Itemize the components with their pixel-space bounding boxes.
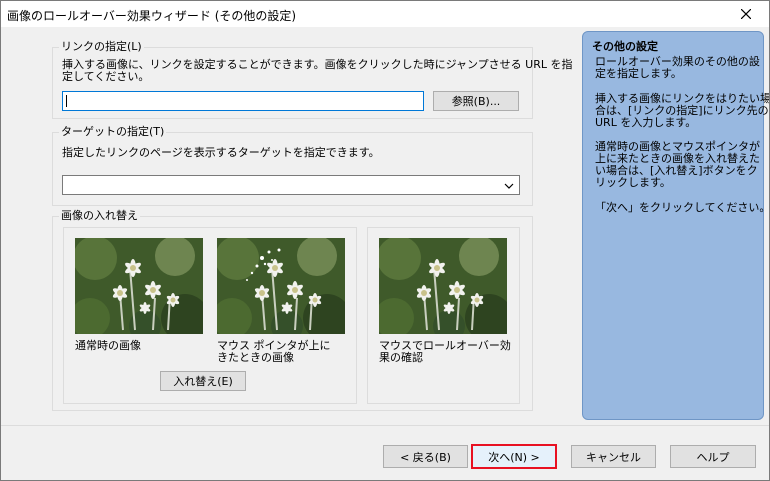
hover-image-caption-line2: きたときの画像 [217, 351, 294, 364]
rollover-preview-image[interactable] [379, 238, 507, 334]
cancel-button[interactable]: キャンセル [571, 445, 656, 468]
normal-image-caption: 通常時の画像 [75, 339, 141, 352]
target-select[interactable] [62, 175, 520, 195]
help-p1-line2: 定を指定します。 [595, 67, 682, 80]
help-p2-line3: URL を入力します。 [595, 116, 697, 129]
target-group: ターゲットの指定(T) 指定したリンクのページを表示するターゲットを指定できます… [52, 125, 533, 206]
hover-image[interactable] [217, 238, 345, 334]
chevron-down-icon [504, 183, 514, 189]
preview-caption-line2: 果の確認 [379, 351, 423, 364]
link-description-line2: 定してください。 [62, 70, 150, 83]
back-button[interactable]: < 戻る(B) [383, 445, 468, 468]
next-button[interactable]: 次へ(N) > [471, 444, 557, 469]
swap-panel: 通常時の画像 マウス ポインタが上に きたときの画像 入れ替え(E) [63, 227, 357, 404]
image-swap-group: 画像の入れ替え 通常時の画像 マウス ポインタが上に きたときの画像 入れ替え(… [52, 209, 533, 411]
close-button[interactable] [723, 1, 769, 27]
help-p4: 「次へ」をクリックしてください。 [595, 201, 770, 214]
link-group: リンクの指定(L) 挿入する画像に、リンクを設定することができます。画像をクリッ… [52, 40, 573, 119]
text-caret [66, 95, 67, 107]
help-button[interactable]: ヘルプ [670, 445, 756, 468]
window-title: 画像のロールオーバー効果ウィザード (その他の設定) [7, 9, 297, 23]
image-swap-group-label: 画像の入れ替え [59, 209, 140, 223]
help-heading: その他の設定 [592, 40, 658, 53]
footer-bar: < 戻る(B) 次へ(N) > キャンセル ヘルプ [1, 426, 769, 480]
swap-images-button[interactable]: 入れ替え(E) [160, 371, 246, 391]
preview-panel: マウスでロールオーバー効 果の確認 [367, 227, 520, 404]
target-group-label: ターゲットの指定(T) [59, 125, 167, 139]
title-bar: 画像のロールオーバー効果ウィザード (その他の設定) [1, 1, 769, 27]
target-description: 指定したリンクのページを表示するターゲットを指定できます。 [62, 146, 380, 159]
wizard-dialog: 画像のロールオーバー効果ウィザード (その他の設定) リンクの指定(L) 挿入す… [0, 0, 770, 481]
browse-button[interactable]: 参照(B)... [433, 91, 519, 111]
sparkle-overlay [246, 248, 281, 281]
close-icon [741, 9, 751, 19]
help-p3-line4: リックします。 [595, 176, 671, 189]
url-input[interactable] [62, 91, 424, 111]
help-panel: その他の設定 ロールオーバー効果のその他の設 定を指定します。 挿入する画像にリ… [582, 31, 769, 420]
link-group-label: リンクの指定(L) [59, 40, 144, 54]
normal-image[interactable] [75, 238, 203, 334]
